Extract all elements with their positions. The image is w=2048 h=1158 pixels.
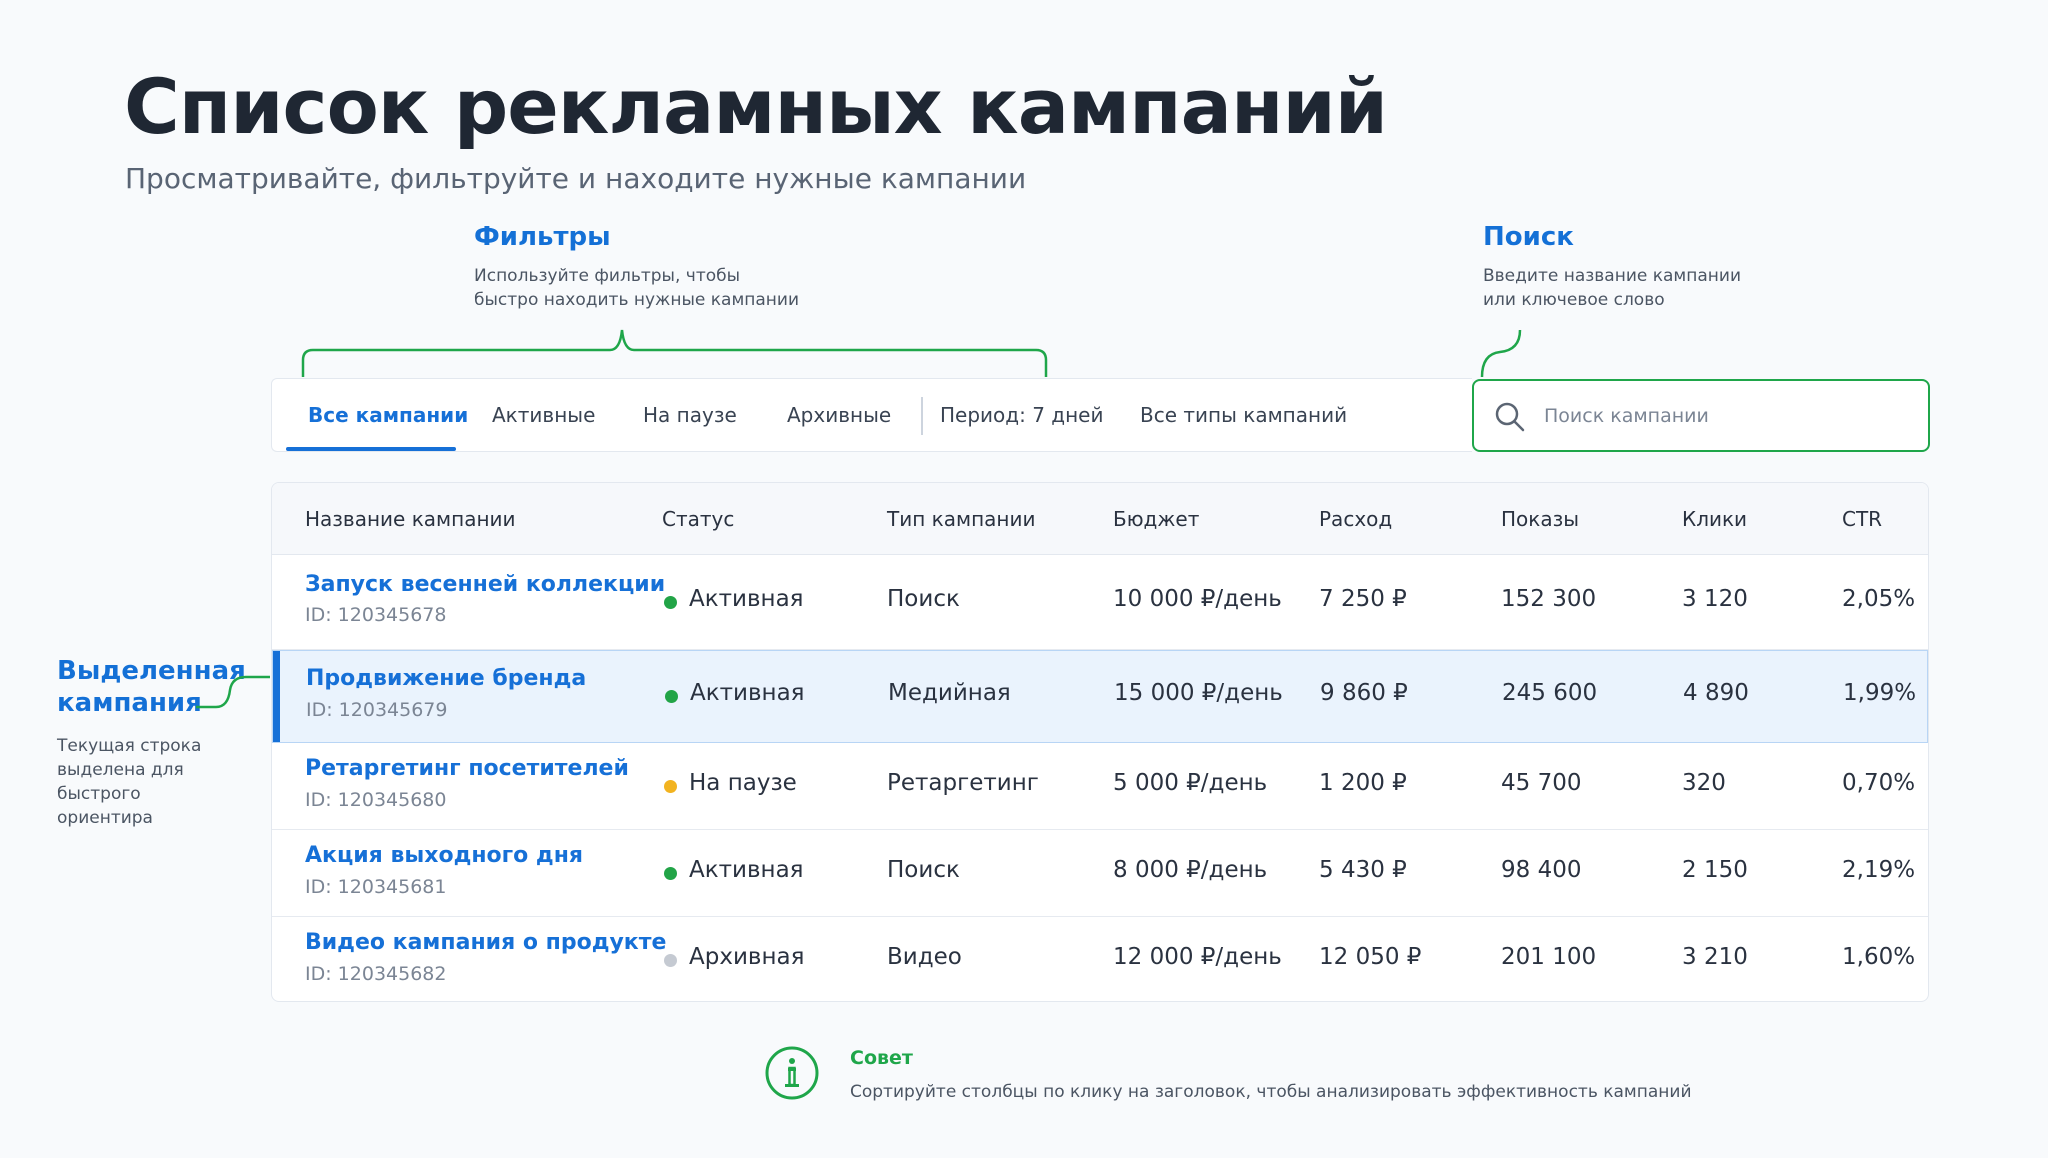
tab-paused[interactable]: На паузе: [643, 379, 737, 451]
status-label: Активная: [690, 680, 805, 706]
tab-archived[interactable]: Архивные: [787, 379, 891, 451]
tab-active[interactable]: Активные: [492, 379, 595, 451]
selected-annotation-title-1: Выделенная: [57, 656, 246, 686]
search-input[interactable]: [1544, 395, 1914, 437]
ctr-value: 1,60%: [1842, 944, 1916, 970]
selected-annotation-text-4: ориентира: [57, 808, 153, 828]
header-clicks[interactable]: Клики: [1682, 483, 1747, 555]
header-spend[interactable]: Расход: [1319, 483, 1392, 555]
search-annotation-title: Поиск: [1483, 222, 1574, 252]
campaign-name-link[interactable]: Продвижение бренда: [306, 666, 586, 691]
campaign-id: ID: 120345681: [305, 876, 447, 898]
selected-annotation-text-3: быстрого: [57, 784, 141, 804]
ctr-value: 1,99%: [1843, 680, 1917, 706]
clicks-value: 320: [1682, 770, 1726, 796]
campaign-id: ID: 120345679: [306, 699, 448, 721]
campaign-type: Поиск: [887, 586, 960, 612]
impressions-value: 98 400: [1501, 857, 1582, 883]
status-dot-paused: [664, 780, 677, 793]
table-row[interactable]: Видео кампания о продукте ID: 120345682 …: [272, 917, 1928, 1001]
info-icon: [765, 1046, 819, 1100]
header-campaign-type[interactable]: Тип кампании: [887, 483, 1035, 555]
search-annotation-text-2: или ключевое слово: [1483, 290, 1665, 310]
page: Список рекламных кампаний Просматривайте…: [0, 0, 2048, 1158]
page-title: Список рекламных кампаний: [124, 62, 1388, 151]
status-label: Активная: [689, 857, 804, 883]
status-label: Активная: [689, 586, 804, 612]
tip-block: Совет Сортируйте столбцы по клику на заг…: [764, 1045, 1692, 1105]
header-budget[interactable]: Бюджет: [1113, 483, 1199, 555]
campaign-name-link[interactable]: Видео кампания о продукте: [305, 930, 666, 955]
spend-value: 12 050 ₽: [1319, 944, 1422, 970]
ctr-value: 0,70%: [1842, 770, 1916, 796]
impressions-value: 201 100: [1501, 944, 1597, 970]
status-label: Архивная: [689, 944, 805, 970]
campaign-name-link[interactable]: Запуск весенней коллекции: [305, 572, 665, 597]
spend-value: 1 200 ₽: [1319, 770, 1407, 796]
budget-value: 5 000 ₽/день: [1113, 770, 1268, 796]
selected-annotation-text-1: Текущая строка: [57, 736, 202, 756]
ctr-value: 2,05%: [1842, 586, 1916, 612]
ctr-value: 2,19%: [1842, 857, 1916, 883]
status-label: На паузе: [689, 770, 797, 796]
search-box[interactable]: [1472, 379, 1930, 452]
tip-text: Сортируйте столбцы по клику на заголовок…: [850, 1082, 1692, 1102]
selected-row-indicator: [273, 651, 280, 742]
filters-annotation-title: Фильтры: [474, 222, 611, 252]
table-header: Название кампании Статус Тип кампании Бю…: [272, 483, 1928, 555]
budget-value: 10 000 ₽/день: [1113, 586, 1282, 612]
status-dot-active: [664, 867, 677, 880]
period-filter[interactable]: Период: 7 дней: [940, 379, 1104, 451]
impressions-value: 152 300: [1501, 586, 1597, 612]
status-dot-archived: [664, 954, 677, 967]
selected-annotation-text-2: выделена для: [57, 760, 184, 780]
header-ctr[interactable]: CTR: [1842, 483, 1882, 555]
spend-value: 7 250 ₽: [1319, 586, 1407, 612]
impressions-value: 45 700: [1501, 770, 1582, 796]
campaign-type: Поиск: [887, 857, 960, 883]
selected-annotation-title-2: кампания: [57, 688, 202, 718]
campaign-id: ID: 120345682: [305, 963, 447, 985]
spend-value: 9 860 ₽: [1320, 680, 1408, 706]
clicks-value: 2 150: [1682, 857, 1748, 883]
table-row-selected[interactable]: Продвижение бренда ID: 120345679 Активна…: [272, 650, 1928, 743]
filter-toolbar: Все кампании Активные На паузе Архивные …: [271, 378, 1472, 452]
budget-value: 12 000 ₽/день: [1113, 944, 1282, 970]
header-impressions[interactable]: Показы: [1501, 483, 1579, 555]
page-subtitle: Просматривайте, фильтруйте и находите ну…: [125, 162, 1027, 195]
clicks-value: 4 890: [1683, 680, 1749, 706]
table-row[interactable]: Запуск весенней коллекции ID: 120345678 …: [272, 556, 1928, 650]
active-tab-indicator: [286, 447, 456, 451]
campaign-type-filter[interactable]: Все типы кампаний: [1140, 379, 1347, 451]
header-campaign-name[interactable]: Название кампании: [305, 483, 516, 555]
status-dot-active: [665, 690, 678, 703]
header-status[interactable]: Статус: [662, 483, 734, 555]
spend-value: 5 430 ₽: [1319, 857, 1407, 883]
table-row[interactable]: Акция выходного дня ID: 120345681 Активн…: [272, 830, 1928, 917]
budget-value: 8 000 ₽/день: [1113, 857, 1268, 883]
filters-annotation-text-2: быстро находить нужные кампании: [474, 290, 800, 310]
search-annotation-text-1: Введите название кампании: [1483, 266, 1741, 286]
clicks-value: 3 120: [1682, 586, 1748, 612]
tip-title: Совет: [850, 1047, 913, 1069]
clicks-value: 3 210: [1682, 944, 1748, 970]
tab-all-campaigns[interactable]: Все кампании: [308, 379, 468, 451]
campaign-name-link[interactable]: Акция выходного дня: [305, 843, 583, 868]
campaign-type: Медийная: [888, 680, 1011, 706]
impressions-value: 245 600: [1502, 680, 1598, 706]
search-icon: [1495, 402, 1525, 432]
status-dot-active: [664, 596, 677, 609]
campaign-name-link[interactable]: Ретаргетинг посетителей: [305, 756, 629, 781]
campaign-type: Видео: [887, 944, 962, 970]
filters-annotation-text-1: Используйте фильтры, чтобы: [474, 266, 741, 286]
campaign-id: ID: 120345680: [305, 789, 447, 811]
budget-value: 15 000 ₽/день: [1114, 680, 1283, 706]
campaign-type: Ретаргетинг: [887, 770, 1039, 796]
campaign-id: ID: 120345678: [305, 604, 447, 626]
toolbar-divider: [921, 397, 923, 435]
campaigns-table: Название кампании Статус Тип кампании Бю…: [271, 482, 1929, 1002]
table-row[interactable]: Ретаргетинг посетителей ID: 120345680 На…: [272, 743, 1928, 830]
